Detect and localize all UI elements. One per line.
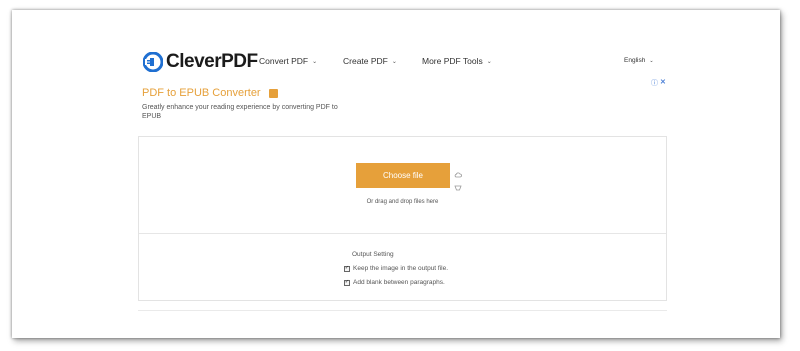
chevron-down-icon: ⌄ bbox=[486, 58, 492, 65]
upload-panel[interactable]: Choose file Or drag and drop files here … bbox=[138, 136, 667, 301]
choose-file-button[interactable]: Choose file bbox=[356, 163, 450, 188]
language-selector[interactable]: English ⌄ bbox=[624, 57, 654, 64]
info-icon[interactable]: ⓘ bbox=[651, 78, 658, 88]
option-label: Add blank between paragraphs. bbox=[353, 279, 445, 286]
chevron-down-icon: ⌄ bbox=[391, 58, 397, 65]
chevron-down-icon: ⌄ bbox=[312, 58, 318, 65]
option-add-blank[interactable]: ✓ Add blank between paragraphs. bbox=[344, 279, 445, 286]
page-title: PDF to EPUB Converter bbox=[142, 87, 261, 99]
divider bbox=[139, 233, 666, 234]
drag-drop-hint: Or drag and drop files here bbox=[366, 199, 439, 205]
nav-label: Create PDF bbox=[343, 56, 388, 66]
nav-label: Convert PDF bbox=[259, 56, 309, 66]
nav-convert-pdf[interactable]: Convert PDF ⌄ bbox=[259, 56, 317, 66]
nav-more-pdf-tools[interactable]: More PDF Tools ⌄ bbox=[422, 56, 492, 66]
checkbox-keep-image[interactable]: ✓ bbox=[344, 265, 350, 272]
ad-choices[interactable]: ⓘ ✕ bbox=[651, 78, 666, 88]
option-label: Keep the image in the output file. bbox=[353, 265, 449, 272]
language-label: English bbox=[624, 57, 646, 64]
option-keep-image[interactable]: ✓ Keep the image in the output file. bbox=[344, 265, 448, 272]
logo-text: CleverPDF bbox=[166, 51, 258, 72]
checkbox-add-blank[interactable]: ✓ bbox=[344, 279, 350, 286]
page-description: Greatly enhance your reading experience … bbox=[142, 104, 338, 120]
nav-label: More PDF Tools bbox=[422, 56, 483, 66]
chevron-down-icon: ⌄ bbox=[649, 57, 654, 64]
upload-source-icons bbox=[454, 166, 462, 191]
cloud-upload-icon[interactable] bbox=[454, 166, 462, 178]
pro-badge-icon bbox=[268, 88, 278, 98]
drive-icon[interactable] bbox=[454, 179, 462, 191]
cleverpdf-logo-icon bbox=[143, 52, 163, 72]
close-icon[interactable]: ✕ bbox=[660, 78, 666, 88]
output-setting-heading: Output Setting bbox=[352, 251, 394, 258]
logo[interactable]: CleverPDF bbox=[143, 51, 258, 73]
footer-divider bbox=[138, 310, 667, 311]
nav-create-pdf[interactable]: Create PDF ⌄ bbox=[343, 56, 397, 66]
title-row: PDF to EPUB Converter bbox=[142, 87, 278, 99]
